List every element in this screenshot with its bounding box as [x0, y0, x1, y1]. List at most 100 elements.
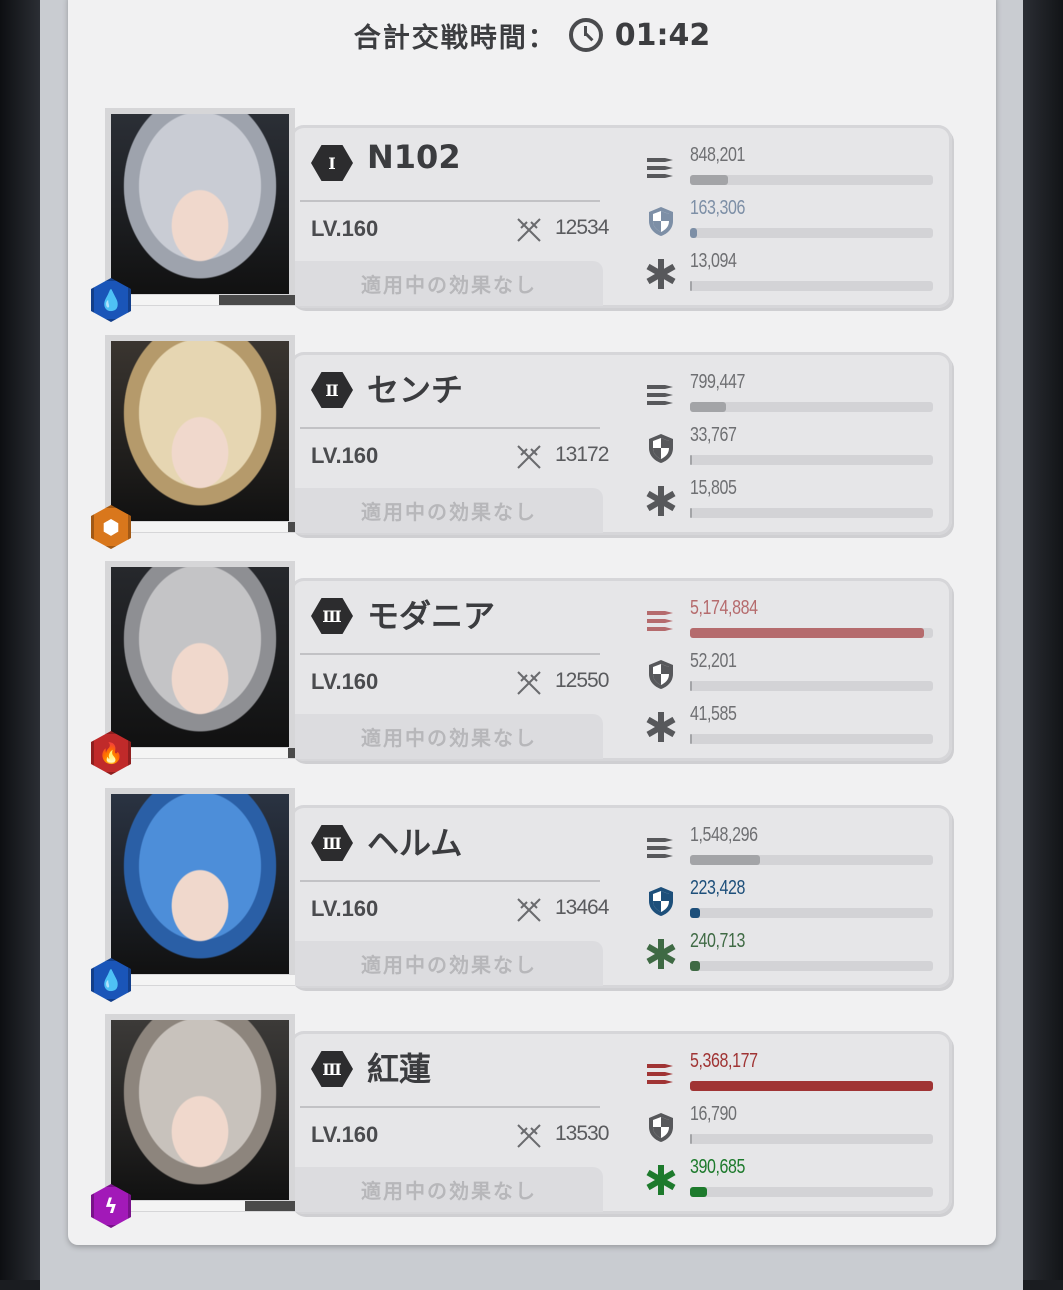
- portrait-frame: [105, 1014, 295, 1212]
- damage-bar-fill: [690, 402, 727, 412]
- shield-icon: [645, 432, 677, 464]
- damage-bar-fill: [690, 628, 925, 638]
- divider: [300, 427, 600, 429]
- character-row[interactable]: ϟ Ⅲ 紅蓮 LV.160 13530 適用中の効果なし 5,368,177 1…: [91, 1014, 955, 1228]
- hp-bar: [127, 522, 295, 532]
- bullets-icon: [645, 152, 677, 184]
- shield-stat: 223,428: [645, 877, 935, 927]
- character-row[interactable]: 💧 Ⅰ N102 LV.160 12534 適用中の効果なし 848,201 1…: [91, 108, 955, 322]
- heal-stat: 390,685: [645, 1156, 935, 1206]
- damage-value: 848,201: [690, 144, 746, 166]
- character-portrait: [111, 341, 289, 521]
- active-effect-status: 適用中の効果なし: [295, 261, 603, 306]
- heal-bar: [690, 734, 933, 744]
- shield-bar-fill: [690, 908, 700, 918]
- shield-bar-fill: [690, 681, 693, 691]
- damage-stat: 848,201: [645, 144, 935, 194]
- shield-stat: 52,201: [645, 650, 935, 700]
- character-level: LV.160: [311, 1122, 379, 1147]
- shield-icon: [645, 885, 677, 917]
- combat-power: 13464: [555, 896, 609, 919]
- shield-bar: [690, 908, 933, 918]
- character-portrait: [111, 114, 289, 294]
- heal-bar-fill: [690, 1187, 707, 1197]
- character-row[interactable]: ⬢ Ⅱ センチ LV.160 13172 適用中の効果なし 799,447 33…: [91, 335, 955, 549]
- hp-bar: [127, 975, 295, 985]
- character-portrait: [111, 794, 289, 974]
- shield-bar: [690, 681, 933, 691]
- heal-stat: 13,094: [645, 250, 935, 300]
- character-name: モダニア: [367, 597, 496, 635]
- combat-power-icon: [515, 1122, 543, 1150]
- damage-stat: 5,368,177: [645, 1050, 935, 1100]
- divider: [300, 880, 600, 882]
- heal-value: 390,685: [690, 1156, 746, 1178]
- damage-stat: 799,447: [645, 371, 935, 421]
- damage-bar-fill: [690, 175, 729, 185]
- character-row[interactable]: 🔥 Ⅲ モダニア LV.160 12550 適用中の効果なし 5,174,884…: [91, 561, 955, 775]
- shield-bar-fill: [690, 1134, 693, 1144]
- background-left: [0, 0, 40, 1280]
- character-name: センチ: [367, 371, 464, 409]
- heal-value: 15,805: [690, 477, 737, 499]
- character-name: 紅蓮: [367, 1050, 432, 1088]
- shield-bar: [690, 228, 933, 238]
- character-level: LV.160: [311, 896, 379, 921]
- heal-bar-fill: [690, 961, 700, 971]
- shield-bar: [690, 1134, 933, 1144]
- portrait-frame: [105, 788, 295, 986]
- shield-value: 52,201: [690, 650, 737, 672]
- portrait-frame: [105, 108, 295, 306]
- heal-icon: [645, 258, 677, 290]
- heal-stat: 41,585: [645, 703, 935, 753]
- heal-icon: [645, 938, 677, 970]
- damage-value: 799,447: [690, 371, 746, 393]
- character-level: LV.160: [311, 216, 379, 241]
- shield-value: 163,306: [690, 197, 746, 219]
- portrait-frame: [105, 561, 295, 759]
- clock-icon: [568, 18, 603, 52]
- total-battle-time-label: 合計交戦時間：: [353, 22, 557, 54]
- bullets-icon: [645, 1058, 677, 1090]
- shield-stat: 33,767: [645, 424, 935, 474]
- character-level: LV.160: [311, 443, 379, 468]
- shield-value: 16,790: [690, 1103, 737, 1125]
- heal-bar-fill: [690, 508, 693, 518]
- hp-bar-fill: [127, 295, 220, 305]
- heal-stat: 240,713: [645, 930, 935, 980]
- hp-bar: [127, 1201, 295, 1211]
- character-level: LV.160: [311, 669, 379, 694]
- heal-stat: 15,805: [645, 477, 935, 527]
- combat-power-icon: [515, 669, 543, 697]
- character-name: ヘルム: [367, 824, 463, 862]
- shield-icon: [645, 658, 677, 690]
- character-portrait: [111, 1020, 289, 1200]
- heal-bar: [690, 961, 933, 971]
- heal-bar: [690, 281, 933, 291]
- damage-bar: [690, 402, 933, 412]
- heal-bar: [690, 1187, 933, 1197]
- hp-bar-fill: [127, 1201, 245, 1211]
- shield-bar-fill: [690, 455, 693, 465]
- bullets-icon: [645, 832, 677, 864]
- damage-bar: [690, 1081, 933, 1091]
- hp-bar-fill: [127, 975, 295, 985]
- hp-bar-fill: [127, 748, 289, 758]
- character-row[interactable]: 💧 Ⅲ ヘルム LV.160 13464 適用中の効果なし 1,548,296 …: [91, 788, 955, 1002]
- heal-bar-fill: [690, 734, 693, 744]
- damage-stat: 1,548,296: [645, 824, 935, 874]
- combat-power-icon: [515, 216, 543, 244]
- combat-power: 12534: [555, 216, 609, 239]
- heal-value: 41,585: [690, 703, 737, 725]
- active-effect-status: 適用中の効果なし: [295, 941, 603, 986]
- active-effect-status: 適用中の効果なし: [295, 714, 603, 759]
- portrait-frame: [105, 335, 295, 533]
- damage-value: 1,548,296: [690, 824, 758, 846]
- damage-value: 5,368,177: [690, 1050, 758, 1072]
- heal-icon: [645, 1164, 677, 1196]
- heal-value: 13,094: [690, 250, 737, 272]
- heal-bar: [690, 508, 933, 518]
- damage-bar: [690, 628, 933, 638]
- bullets-icon: [645, 379, 677, 411]
- damage-stat: 5,174,884: [645, 597, 935, 647]
